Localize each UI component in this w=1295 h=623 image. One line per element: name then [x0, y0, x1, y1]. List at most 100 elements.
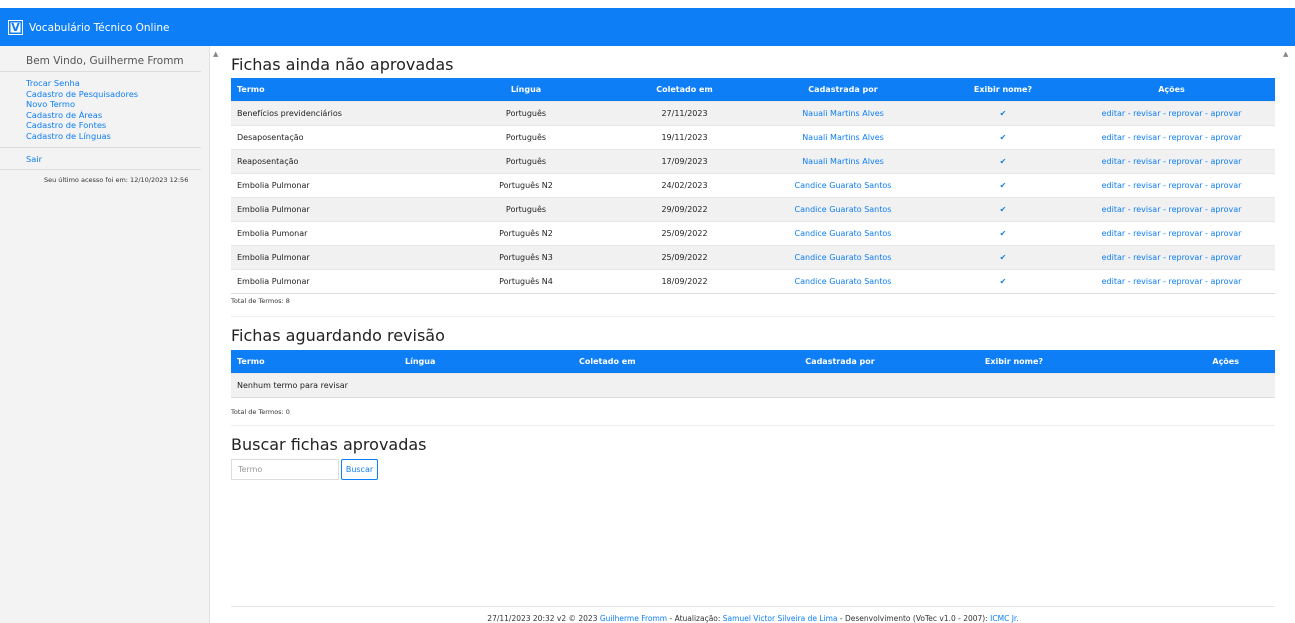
table-row: Embolia Pumonar Português N2 25/09/2022 … — [231, 220, 1275, 245]
section-title-pending: Fichas ainda não aprovadas — [231, 55, 454, 74]
brand[interactable]: V Vocabulário Técnico Online — [8, 20, 170, 35]
col-header-termo: Termo — [231, 350, 405, 373]
cell-termo: Embolia Pulmonar — [231, 244, 431, 269]
cell-data: 29/09/2022 — [621, 196, 748, 221]
cell-lingua: Português — [431, 196, 621, 221]
divider — [231, 316, 1275, 317]
cell-cadastrada-link[interactable]: Nauali Martins Alves — [748, 100, 938, 125]
app-title: Vocabulário Técnico Online — [29, 21, 170, 34]
cell-termo: Embolia Pulmonar — [231, 196, 431, 221]
top-navbar: V Vocabulário Técnico Online — [0, 0, 1295, 46]
sidebar-exit: Sair — [0, 148, 201, 170]
check-icon: ✔ — [938, 268, 1068, 293]
cell-termo: Desaposentação — [231, 124, 431, 149]
table-row: Embolia Pulmonar Português N4 18/09/2022… — [231, 268, 1275, 293]
cell-data: 19/11/2023 — [621, 124, 748, 149]
col-header-exibir: Exibir nome? — [938, 78, 1068, 101]
last-access-text: Seu último acesso foi em: 12/10/2023 12:… — [44, 176, 189, 184]
footer-author-link[interactable]: Guilherme Fromm — [600, 614, 667, 623]
cell-acoes-links[interactable]: editar - revisar - reprovar - aprovar — [1068, 148, 1275, 173]
cell-data: 18/09/2022 — [621, 268, 748, 293]
table-header-row: Termo Língua Coletado em Cadastrada por … — [231, 350, 1275, 373]
col-header-cadastrada: Cadastrada por — [748, 78, 938, 101]
col-header-lingua: Língua — [431, 78, 621, 101]
cell-termo: Benefícios previdenciários — [231, 100, 431, 125]
cell-lingua: Português — [431, 148, 621, 173]
sidebar-links: Trocar Senha Cadastro de Pesquisadores N… — [0, 72, 201, 148]
pending-table: Termo Língua Coletado em Cadastrada por … — [231, 78, 1275, 294]
cell-data: 27/11/2023 — [621, 100, 748, 125]
cell-acoes-links[interactable]: editar - revisar - reprovar - aprovar — [1068, 100, 1275, 125]
cell-lingua: Português N3 — [431, 244, 621, 269]
col-header-coletado: Coletado em — [579, 350, 753, 373]
empty-row-message: Nenhum termo para revisar — [231, 372, 1275, 397]
check-icon: ✔ — [938, 148, 1068, 173]
sidebar-link-cadastro-areas[interactable]: Cadastro de Áreas — [26, 110, 201, 121]
cell-termo: Embolia Pulmonar — [231, 172, 431, 197]
cell-lingua: Português — [431, 124, 621, 149]
sidebar-link-novo-termo[interactable]: Novo Termo — [26, 99, 201, 110]
footer-dev-link[interactable]: ICMC Jr. — [990, 614, 1019, 623]
cell-cadastrada-link[interactable]: Nauali Martins Alves — [748, 124, 938, 149]
sidebar: Bem Vindo, Guilherme Fromm Trocar Senha … — [0, 46, 210, 623]
sidebar-scroll-up-icon[interactable]: ▲ — [213, 50, 218, 58]
cell-cadastrada-link[interactable]: Candice Guarato Santos — [748, 268, 938, 293]
cell-cadastrada-link[interactable]: Candice Guarato Santos — [748, 244, 938, 269]
check-icon: ✔ — [938, 196, 1068, 221]
sidebar-link-cadastro-fontes[interactable]: Cadastro de Fontes — [26, 120, 201, 131]
cell-lingua: Português N4 — [431, 268, 621, 293]
cell-acoes-links[interactable]: editar - revisar - reprovar - aprovar — [1068, 268, 1275, 293]
cell-cadastrada-link[interactable]: Candice Guarato Santos — [748, 172, 938, 197]
table-row: Desaposentação Português 19/11/2023 Naua… — [231, 124, 1275, 149]
divider — [231, 425, 1275, 426]
welcome-text: Bem Vindo, Guilherme Fromm — [0, 46, 201, 72]
search-button[interactable]: Buscar — [341, 459, 378, 480]
footer-updater-link[interactable]: Samuel Victor Silveira de Lima — [723, 614, 838, 623]
main-scroll-up-icon[interactable]: ▲ — [1283, 50, 1288, 58]
footer-divider — [231, 606, 1275, 607]
table-row: Nenhum termo para revisar — [231, 372, 1275, 397]
table-row: Reaposentação Português 17/09/2023 Naual… — [231, 148, 1275, 173]
col-header-termo: Termo — [231, 78, 431, 101]
section-title-review: Fichas aguardando revisão — [231, 326, 445, 345]
footer-mid2: - Desenvolvimento (VoTec v1.0 - 2007): — [837, 614, 991, 623]
cell-acoes-links[interactable]: editar - revisar - reprovar - aprovar — [1068, 244, 1275, 269]
sidebar-link-trocar-senha[interactable]: Trocar Senha — [26, 78, 201, 89]
cell-cadastrada-link[interactable]: Candice Guarato Santos — [748, 196, 938, 221]
table-row: Embolia Pulmonar Português N2 24/02/2023… — [231, 172, 1275, 197]
logo-icon: V — [8, 20, 23, 35]
cell-cadastrada-link[interactable]: Candice Guarato Santos — [748, 220, 938, 245]
cell-termo: Embolia Pumonar — [231, 220, 431, 245]
logout-link[interactable]: Sair — [26, 154, 42, 164]
cell-data: 17/09/2023 — [621, 148, 748, 173]
col-header-lingua: Língua — [405, 350, 579, 373]
cell-acoes-links[interactable]: editar - revisar - reprovar - aprovar — [1068, 220, 1275, 245]
check-icon: ✔ — [938, 244, 1068, 269]
cell-lingua: Português — [431, 100, 621, 125]
check-icon: ✔ — [938, 100, 1068, 125]
col-header-acoes: Ações — [1101, 350, 1275, 373]
cell-termo: Embolia Pulmonar — [231, 268, 431, 293]
cell-acoes-links[interactable]: editar - revisar - reprovar - aprovar — [1068, 172, 1275, 197]
cell-termo: Reaposentação — [231, 148, 431, 173]
search-input[interactable] — [231, 459, 339, 480]
table-row: Embolia Pulmonar Português N3 25/09/2022… — [231, 244, 1275, 269]
cell-cadastrada-link[interactable]: Nauali Martins Alves — [748, 148, 938, 173]
footer-prefix: 27/11/2023 20:32 v2 © 2023 — [487, 614, 600, 623]
cell-lingua: Português N2 — [431, 172, 621, 197]
cell-acoes-links[interactable]: editar - revisar - reprovar - aprovar — [1068, 196, 1275, 221]
col-header-coletado: Coletado em — [621, 78, 748, 101]
col-header-cadastrada: Cadastrada por — [753, 350, 927, 373]
col-header-acoes: Ações — [1068, 78, 1275, 101]
footer: 27/11/2023 20:32 v2 © 2023 Guilherme Fro… — [231, 614, 1275, 623]
sidebar-link-cadastro-pesquisadores[interactable]: Cadastro de Pesquisadores — [26, 89, 201, 100]
check-icon: ✔ — [938, 220, 1068, 245]
review-table: Termo Língua Coletado em Cadastrada por … — [231, 350, 1275, 398]
col-header-exibir: Exibir nome? — [927, 350, 1101, 373]
table-row: Embolia Pulmonar Português 29/09/2022 Ca… — [231, 196, 1275, 221]
total-termos-review: Total de Termos: 0 — [231, 408, 290, 416]
cell-acoes-links[interactable]: editar - revisar - reprovar - aprovar — [1068, 124, 1275, 149]
cell-data: 24/02/2023 — [621, 172, 748, 197]
check-icon: ✔ — [938, 172, 1068, 197]
sidebar-link-cadastro-linguas[interactable]: Cadastro de Línguas — [26, 131, 201, 142]
